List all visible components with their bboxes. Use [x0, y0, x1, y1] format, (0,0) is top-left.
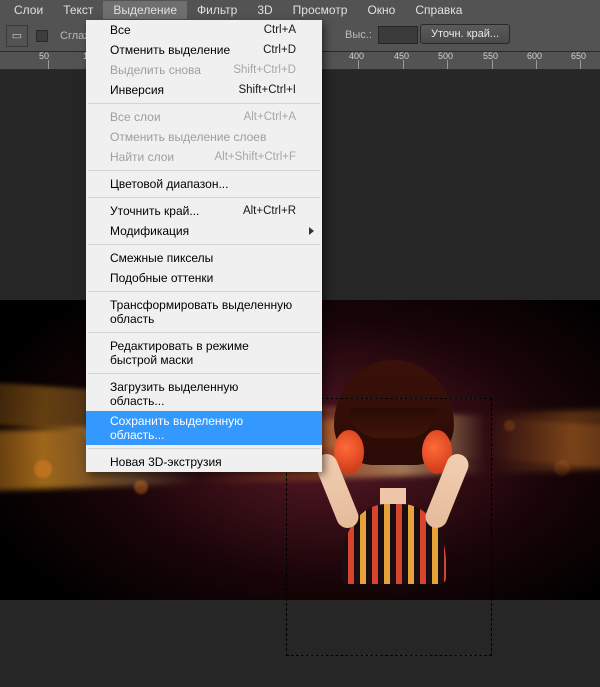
menu-item[interactable]: Редактировать в режиме быстрой маски	[86, 336, 322, 370]
ruler-tick-label: 450	[394, 52, 418, 61]
menu-item-label: Инверсия	[110, 83, 164, 97]
ruler-tick-label: 650	[571, 52, 595, 61]
menu-item-label: Уточнить край...	[110, 204, 199, 218]
menu-item[interactable]: Загрузить выделенную область...	[86, 377, 322, 411]
menu-item[interactable]: Отменить выделение Ctrl+D	[86, 40, 322, 60]
menu-select[interactable]: Выделение	[103, 1, 187, 19]
menu-item[interactable]: Подобные оттенки	[86, 268, 322, 288]
menu-item-label: Выделить снова	[110, 63, 201, 77]
menu-separator	[88, 103, 320, 104]
menu-item-label: Цветовой диапазон...	[110, 177, 228, 191]
ruler-tick: 50	[48, 60, 49, 70]
height-field[interactable]	[378, 26, 418, 44]
menu-item-shortcut: Alt+Ctrl+R	[243, 205, 296, 217]
ruler-tick: 650	[580, 60, 581, 70]
select-menu-dropdown: Все Ctrl+A Отменить выделение Ctrl+D Выделит…	[86, 20, 322, 472]
ruler-tick: 400	[358, 60, 359, 70]
menu-item[interactable]: Цветовой диапазон...	[86, 174, 322, 194]
menu-item-label: Отменить выделение слоев	[110, 130, 266, 144]
menu-separator	[88, 197, 320, 198]
ruler-tick: 600	[536, 60, 537, 70]
menu-item-label: Новая 3D-экструзия	[110, 455, 222, 469]
menu-item-label: Найти слои	[110, 150, 174, 164]
menu-separator	[88, 448, 320, 449]
menu-item-shortcut: Ctrl+D	[263, 44, 296, 56]
anti-alias-checkbox[interactable]	[36, 30, 48, 42]
menu-item[interactable]: Трансформировать выделенную область	[86, 295, 322, 329]
menu-item: Все слои Alt+Ctrl+A	[86, 107, 322, 127]
menu-3d[interactable]: 3D	[247, 1, 282, 19]
menu-item[interactable]: Сохранить выделенную область...	[86, 411, 322, 445]
menu-item[interactable]: Смежные пикселы	[86, 248, 322, 268]
menu-layers[interactable]: Слои	[4, 1, 53, 19]
menu-item[interactable]: Новая 3D-экструзия	[86, 452, 322, 472]
ruler-tick-label: 500	[438, 52, 462, 61]
menu-item: Выделить снова Shift+Ctrl+D	[86, 60, 322, 80]
ruler-tick: 550	[492, 60, 493, 70]
ruler-tick-label: 50	[39, 52, 63, 61]
ruler-tick-label: 400	[349, 52, 373, 61]
menu-filter[interactable]: Фильтр	[187, 1, 247, 19]
menu-item[interactable]: Модификация	[86, 221, 322, 241]
submenu-caret-icon	[309, 227, 314, 235]
menu-item-label: Сохранить выделенную область...	[110, 414, 296, 442]
menu-separator	[88, 244, 320, 245]
menu-item[interactable]: Инверсия Shift+Ctrl+I	[86, 80, 322, 100]
menu-separator	[88, 291, 320, 292]
menu-window[interactable]: Окно	[357, 1, 405, 19]
menu-item-shortcut: Shift+Ctrl+D	[233, 64, 296, 76]
ruler-tick: 500	[447, 60, 448, 70]
menu-item-label: Загрузить выделенную область...	[110, 380, 296, 408]
ruler-tick: 450	[403, 60, 404, 70]
menu-item[interactable]: Уточнить край... Alt+Ctrl+R	[86, 201, 322, 221]
tool-preset-icon[interactable]: ▭	[6, 25, 28, 47]
menu-separator	[88, 170, 320, 171]
menu-help[interactable]: Справка	[405, 1, 472, 19]
menubar: Слои Текст Выделение Фильтр 3D Просмотр …	[0, 0, 600, 20]
height-label: Выс.:	[345, 29, 372, 41]
menu-item-label: Все слои	[110, 110, 161, 124]
menu-item-shortcut: Alt+Ctrl+A	[244, 111, 296, 123]
menu-item[interactable]: Все Ctrl+A	[86, 20, 322, 40]
menu-item-label: Все	[110, 23, 131, 37]
menu-item-shortcut: Ctrl+A	[264, 24, 296, 36]
menu-item-label: Модификация	[110, 224, 189, 238]
refine-edge-button[interactable]: Уточн. край...	[420, 24, 510, 44]
menu-item-label: Подобные оттенки	[110, 271, 213, 285]
menu-item: Отменить выделение слоев	[86, 127, 322, 147]
menu-item-label: Редактировать в режиме быстрой маски	[110, 339, 296, 367]
menu-item-label: Трансформировать выделенную область	[110, 298, 296, 326]
menu-type[interactable]: Текст	[53, 1, 103, 19]
menu-view[interactable]: Просмотр	[283, 1, 358, 19]
menu-item-label: Смежные пикселы	[110, 251, 213, 265]
menu-item-label: Отменить выделение	[110, 43, 230, 57]
menu-item: Найти слои Alt+Shift+Ctrl+F	[86, 147, 322, 167]
menu-item-shortcut: Alt+Shift+Ctrl+F	[215, 151, 297, 163]
menu-item-shortcut: Shift+Ctrl+I	[238, 84, 296, 96]
ruler-tick-label: 600	[527, 52, 551, 61]
ruler-tick-label: 550	[483, 52, 507, 61]
menu-separator	[88, 373, 320, 374]
menu-separator	[88, 332, 320, 333]
subject-portrait	[304, 360, 484, 585]
